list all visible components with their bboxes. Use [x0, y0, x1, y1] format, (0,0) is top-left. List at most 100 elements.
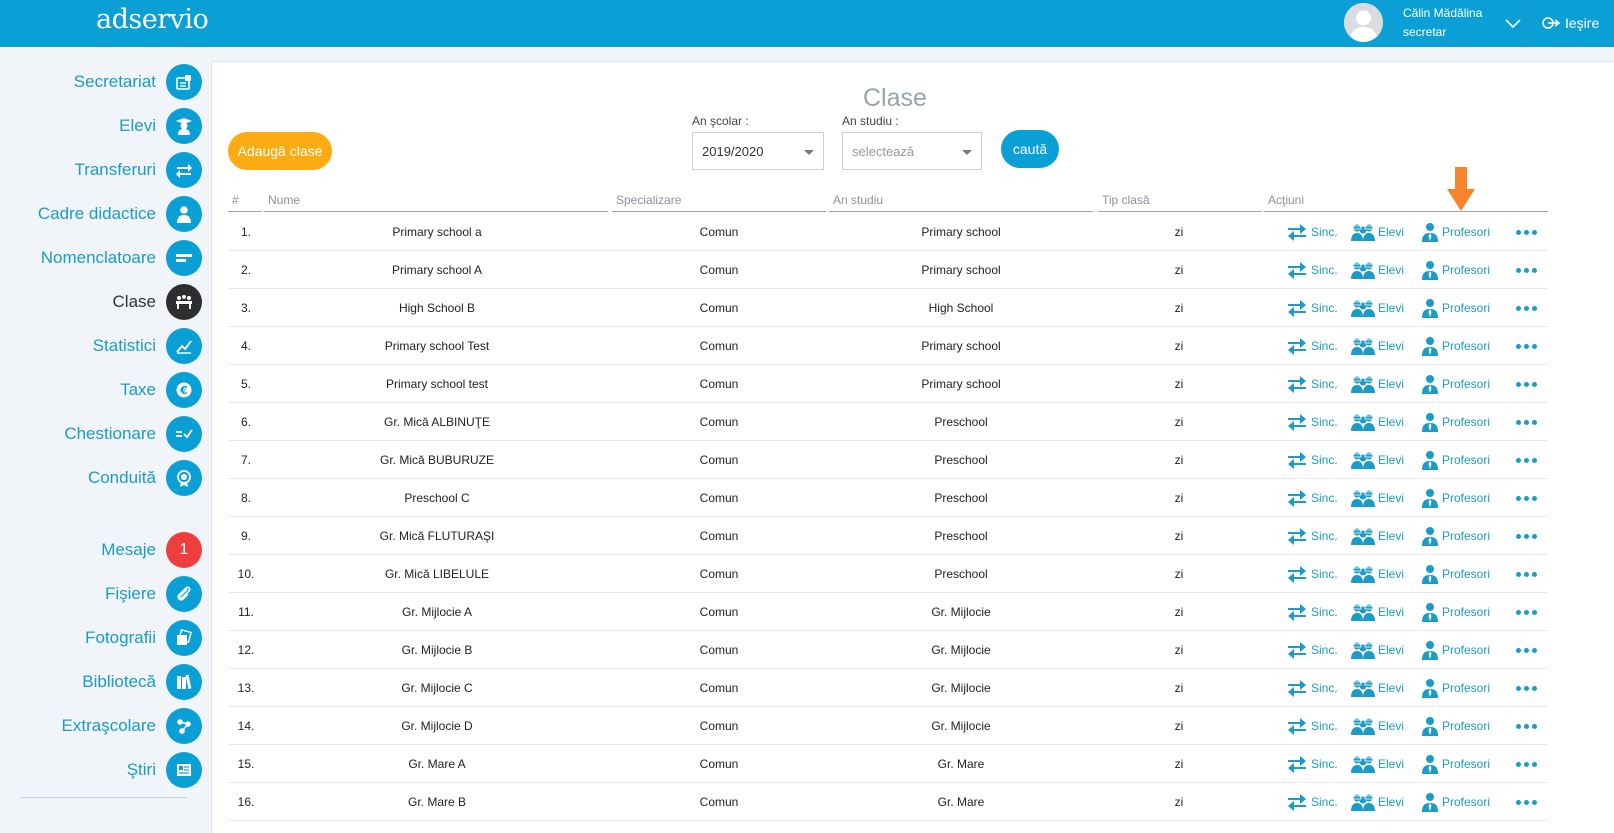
students-action[interactable]: Elevi — [1351, 403, 1404, 441]
avatar[interactable] — [1344, 3, 1383, 42]
sync-action[interactable]: Sinc. — [1286, 593, 1338, 631]
app-logo[interactable]: adservio — [96, 4, 209, 35]
students-action[interactable]: Elevi — [1351, 365, 1404, 403]
sync-action[interactable]: Sinc. — [1286, 403, 1338, 441]
more-options-button[interactable] — [1516, 213, 1537, 251]
students-action[interactable]: Elevi — [1351, 441, 1404, 479]
sync-action[interactable]: Sinc. — [1286, 251, 1338, 289]
sync-action[interactable]: Sinc. — [1286, 555, 1338, 593]
sync-action[interactable]: Sinc. — [1286, 441, 1338, 479]
add-class-button[interactable]: Adaugă clase — [228, 132, 332, 170]
more-options-button[interactable] — [1516, 745, 1537, 783]
column-header-class-type[interactable]: Tip clasă — [1098, 192, 1262, 212]
sidebar-item-chestionare[interactable]: Chestionare — [0, 415, 208, 453]
more-options-button[interactable] — [1516, 441, 1537, 479]
students-action[interactable]: Elevi — [1351, 631, 1404, 669]
sidebar-item-biblioteca[interactable]: Bibliotecă — [0, 663, 208, 701]
more-options-button[interactable] — [1516, 517, 1537, 555]
sidebar-item-transferuri[interactable]: Transferuri — [0, 151, 208, 189]
teachers-action[interactable]: Profesori — [1421, 555, 1490, 593]
sync-action[interactable]: Sinc. — [1286, 517, 1338, 555]
sync-action[interactable]: Sinc. — [1286, 289, 1338, 327]
students-action[interactable]: Elevi — [1351, 593, 1404, 631]
students-action[interactable]: Elevi — [1351, 517, 1404, 555]
teachers-action[interactable]: Profesori — [1421, 251, 1490, 289]
teachers-action[interactable]: Profesori — [1421, 479, 1490, 517]
more-options-button[interactable] — [1516, 403, 1537, 441]
sync-action[interactable]: Sinc. — [1286, 327, 1338, 365]
sidebar-item-fisiere[interactable]: Fişiere — [0, 575, 208, 613]
sync-action[interactable]: Sinc. — [1286, 669, 1338, 707]
class-type: zi — [1174, 491, 1184, 505]
teachers-action[interactable]: Profesori — [1421, 593, 1490, 631]
study-year-select[interactable]: selectează — [842, 132, 982, 170]
students-action[interactable]: Elevi — [1351, 479, 1404, 517]
sidebar-item-taxe[interactable]: Taxe € — [0, 371, 208, 409]
school-year-select[interactable]: 2019/2020 — [692, 132, 824, 170]
column-header-name[interactable]: Nume — [264, 192, 608, 212]
students-action[interactable]: Elevi — [1351, 327, 1404, 365]
students-action[interactable]: Elevi — [1351, 555, 1404, 593]
class-study-year: Preschool — [934, 491, 988, 505]
teachers-action[interactable]: Profesori — [1421, 289, 1490, 327]
more-options-button[interactable] — [1516, 365, 1537, 403]
column-header-specialization[interactable]: Specializare — [612, 192, 826, 212]
more-options-button[interactable] — [1516, 669, 1537, 707]
more-options-button[interactable] — [1516, 783, 1537, 821]
sidebar-item-conduita[interactable]: Conduită — [0, 459, 208, 497]
sync-action[interactable]: Sinc. — [1286, 479, 1338, 517]
teachers-action[interactable]: Profesori — [1421, 669, 1490, 707]
more-options-button[interactable] — [1516, 707, 1537, 745]
sidebar-item-label: Transferuri — [74, 160, 156, 179]
students-group-icon — [1351, 338, 1375, 355]
sidebar-item-stiri[interactable]: Ştiri — [0, 751, 208, 789]
sidebar-item-clase[interactable]: Clase — [0, 283, 208, 321]
teachers-action[interactable]: Profesori — [1421, 213, 1490, 251]
students-action[interactable]: Elevi — [1351, 669, 1404, 707]
teachers-action[interactable]: Profesori — [1421, 365, 1490, 403]
chevron-down-icon[interactable] — [1503, 13, 1523, 33]
teachers-action[interactable]: Profesori — [1421, 517, 1490, 555]
sync-action[interactable]: Sinc. — [1286, 213, 1338, 251]
sidebar-item-extrascolare[interactable]: Extraşcolare — [0, 707, 208, 745]
table-row: 7. Gr. Mică BUBURUZE Comun Preschool zi Sinc.… — [228, 441, 1548, 479]
more-options-button[interactable] — [1516, 289, 1537, 327]
sidebar-item-cadre-didactice[interactable]: Cadre didactice — [0, 195, 208, 233]
students-action[interactable]: Elevi — [1351, 213, 1404, 251]
teachers-action[interactable]: Profesori — [1421, 327, 1490, 365]
sync-action[interactable]: Sinc. — [1286, 631, 1338, 669]
more-options-button[interactable] — [1516, 479, 1537, 517]
sidebar-item-nomenclatoare[interactable]: Nomenclatoare — [0, 239, 208, 277]
teachers-action[interactable]: Profesori — [1421, 745, 1490, 783]
sidebar-item-fotografii[interactable]: Fotografii — [0, 619, 208, 657]
students-action[interactable]: Elevi — [1351, 783, 1404, 821]
teachers-action[interactable]: Profesori — [1421, 783, 1490, 821]
sync-action[interactable]: Sinc. — [1286, 707, 1338, 745]
students-action[interactable]: Elevi — [1351, 251, 1404, 289]
class-type: zi — [1174, 529, 1184, 543]
search-button[interactable]: caută — [1001, 130, 1059, 168]
more-options-button[interactable] — [1516, 555, 1537, 593]
sidebar-item-elevi[interactable]: Elevi — [0, 107, 208, 145]
column-header-study-year[interactable]: An studiu — [829, 192, 1093, 212]
sidebar-item-mesaje[interactable]: Mesaje 1 — [0, 531, 208, 569]
row-number: 16. — [237, 795, 255, 809]
sync-action[interactable]: Sinc. — [1286, 783, 1338, 821]
teachers-action[interactable]: Profesori — [1421, 441, 1490, 479]
sync-action[interactable]: Sinc. — [1286, 745, 1338, 783]
sync-action[interactable]: Sinc. — [1286, 365, 1338, 403]
more-options-button[interactable] — [1516, 251, 1537, 289]
logout-button[interactable]: Ieşire — [1542, 13, 1599, 33]
sidebar-item-statistici[interactable]: Statistici — [0, 327, 208, 365]
teachers-action[interactable]: Profesori — [1421, 707, 1490, 745]
newspaper-icon — [166, 752, 202, 788]
students-action[interactable]: Elevi — [1351, 289, 1404, 327]
students-action[interactable]: Elevi — [1351, 707, 1404, 745]
students-action[interactable]: Elevi — [1351, 745, 1404, 783]
teachers-action[interactable]: Profesori — [1421, 631, 1490, 669]
more-options-button[interactable] — [1516, 327, 1537, 365]
sidebar-item-secretariat[interactable]: Secretariat — [0, 63, 208, 101]
more-options-button[interactable] — [1516, 631, 1537, 669]
more-options-button[interactable] — [1516, 593, 1537, 631]
teachers-action[interactable]: Profesori — [1421, 403, 1490, 441]
